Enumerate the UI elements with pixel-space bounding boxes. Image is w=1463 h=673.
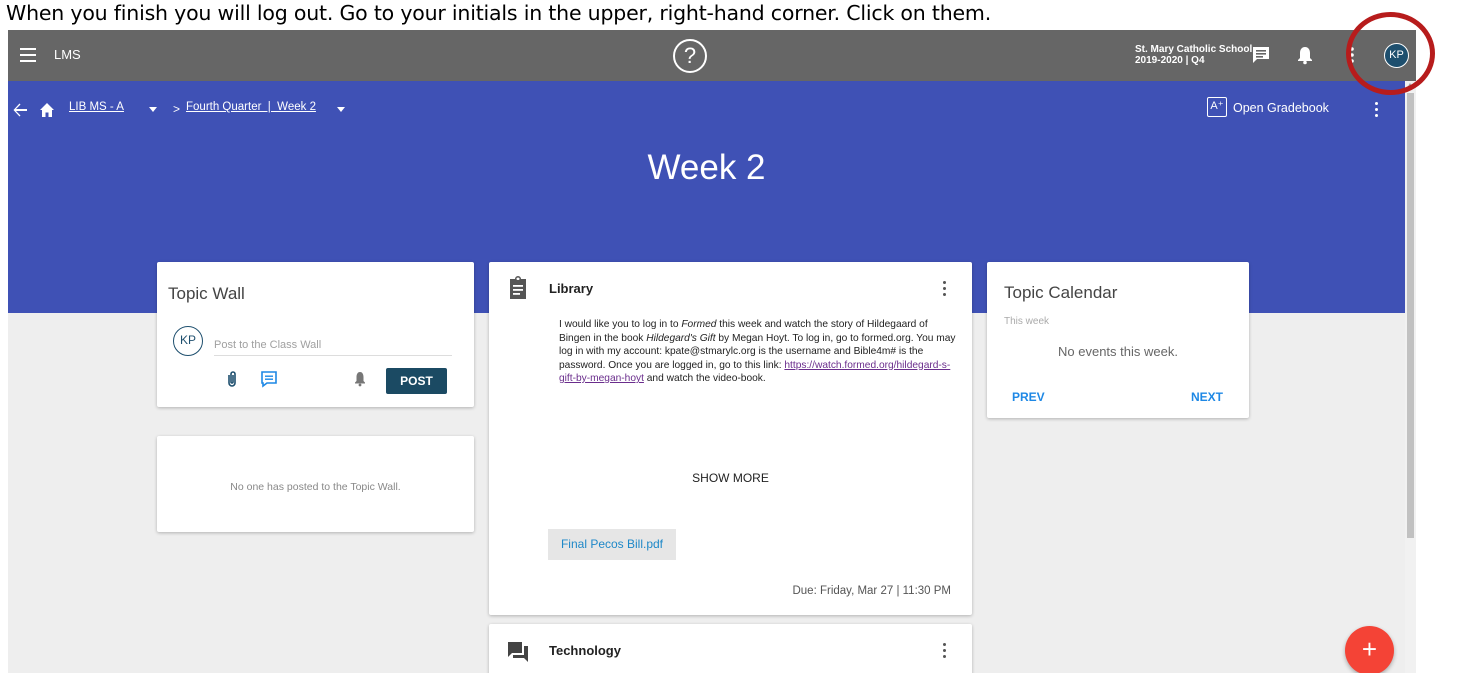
library-title: Library xyxy=(549,281,594,296)
calendar-next-button[interactable]: NEXT xyxy=(1191,390,1223,404)
section-dropdown-caret-icon[interactable] xyxy=(337,107,345,112)
instruction-text: When you finish you will log out. Go to … xyxy=(6,1,992,25)
school-term: 2019-2020 | Q4 xyxy=(1135,55,1205,66)
school-name: St. Mary Catholic School xyxy=(1135,44,1253,55)
due-date: Due: Friday, Mar 27 | 11:30 PM xyxy=(792,585,951,597)
calendar-week-label: This week xyxy=(1004,316,1050,327)
scroll-up-arrow-icon[interactable] xyxy=(1407,83,1413,88)
library-text-italic: Hildegard's Gift xyxy=(646,332,716,344)
library-text: I would like you to log in to xyxy=(559,319,682,330)
technology-card: Technology xyxy=(489,624,972,673)
banner-more-icon[interactable] xyxy=(1375,102,1379,118)
page-title: Week 2 xyxy=(647,148,766,187)
back-arrow-icon[interactable] xyxy=(12,102,28,118)
library-card: Library I would like you to log in to Fo… xyxy=(489,262,972,615)
messages-icon[interactable] xyxy=(1251,45,1271,65)
scrollbar-thumb[interactable] xyxy=(1407,93,1414,538)
technology-title: Technology xyxy=(549,643,621,658)
open-gradebook-link[interactable]: Open Gradebook xyxy=(1233,101,1329,115)
attachment-file-link[interactable]: Final Pecos Bill.pdf xyxy=(548,529,676,560)
add-fab-button[interactable]: + xyxy=(1345,626,1394,673)
notify-bell-icon[interactable] xyxy=(353,371,367,387)
technology-more-icon[interactable] xyxy=(943,643,947,659)
attachment-paperclip-icon[interactable] xyxy=(225,370,239,388)
topic-wall-card: Topic Wall KP POST xyxy=(157,262,474,407)
lms-window: LMS ? St. Mary Catholic School 2019-2020… xyxy=(8,30,1416,673)
library-text: and watch the video-book. xyxy=(643,373,766,384)
top-bar: LMS ? St. Mary Catholic School 2019-2020… xyxy=(8,30,1416,81)
topic-wall-title: Topic Wall xyxy=(168,284,245,303)
discussion-icon xyxy=(508,642,528,662)
breadcrumb-course[interactable]: LIB MS - A xyxy=(69,101,124,113)
hamburger-menu-icon[interactable] xyxy=(20,48,36,62)
comment-icon[interactable] xyxy=(260,370,278,388)
course-dropdown-caret-icon[interactable] xyxy=(149,107,157,112)
home-icon[interactable] xyxy=(39,102,55,118)
gradebook-icon[interactable]: A⁺ xyxy=(1207,97,1227,117)
library-text-italic: Formed xyxy=(681,319,717,330)
page-scrollbar[interactable] xyxy=(1405,81,1416,673)
library-description: I would like you to log in to Formed thi… xyxy=(559,318,959,386)
help-icon[interactable]: ? xyxy=(673,39,707,73)
topic-calendar-card: Topic Calendar This week No events this … xyxy=(987,262,1249,418)
calendar-empty-message: No events this week. xyxy=(1058,344,1178,359)
assignment-clipboard-icon xyxy=(510,276,526,299)
breadcrumb-section[interactable]: Fourth Quarter | Week 2 xyxy=(186,101,316,113)
library-more-icon[interactable] xyxy=(943,281,947,297)
school-info[interactable]: St. Mary Catholic School 2019-2020 | Q4 xyxy=(1135,44,1252,66)
notifications-bell-icon[interactable] xyxy=(1295,45,1315,65)
user-avatar-initials[interactable]: KP xyxy=(1384,43,1409,68)
app-name: LMS xyxy=(54,47,81,62)
class-wall-post-input[interactable] xyxy=(214,334,452,356)
post-button[interactable]: POST xyxy=(386,368,447,394)
post-avatar: KP xyxy=(173,326,203,356)
show-more-button[interactable]: SHOW MORE xyxy=(489,471,972,485)
breadcrumb-chevron-icon: > xyxy=(173,102,181,116)
topic-calendar-title: Topic Calendar xyxy=(1004,283,1118,302)
topic-wall-posts-card: No one has posted to the Topic Wall. xyxy=(157,436,474,532)
topic-wall-empty-message: No one has posted to the Topic Wall. xyxy=(230,481,401,493)
calendar-prev-button[interactable]: PREV xyxy=(1012,390,1045,404)
more-vertical-icon[interactable] xyxy=(1349,45,1355,65)
